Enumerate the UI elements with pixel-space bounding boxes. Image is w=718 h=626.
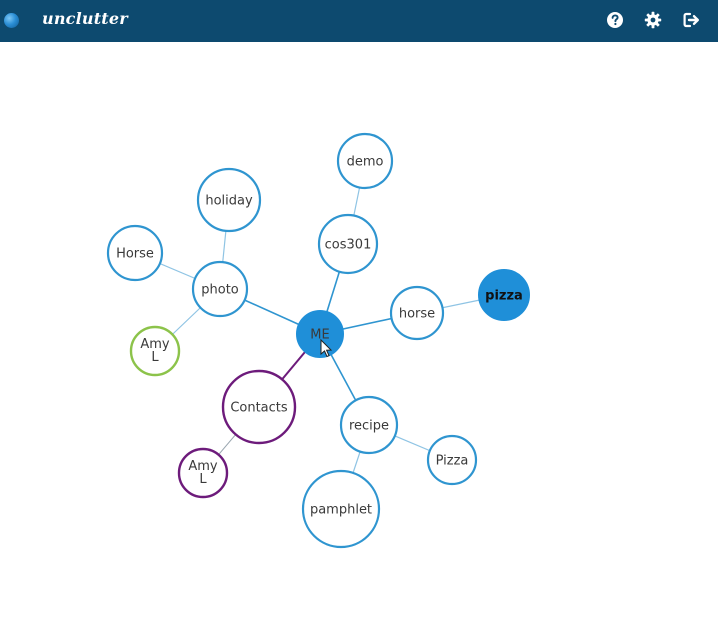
node-amy-green[interactable]: Amy L (129, 325, 181, 377)
node-cos301[interactable]: cos301 (317, 213, 379, 275)
node-label: photo (201, 283, 239, 298)
node-horse-left[interactable]: Horse (106, 224, 164, 282)
node-label-line: L (199, 472, 207, 487)
node-label: Pizza (436, 454, 469, 469)
node-label: horse (399, 307, 435, 322)
node-pamphlet[interactable]: pamphlet (301, 469, 381, 549)
node-label: cos301 (325, 238, 372, 253)
node-me[interactable]: ME (296, 310, 344, 358)
settings-gear-icon[interactable] (644, 11, 662, 29)
node-label: ME (310, 328, 329, 343)
globe-logo-icon (4, 13, 19, 28)
node-amy-purple[interactable]: Amy L (177, 447, 229, 499)
node-graph[interactable]: ME cos301 demo photo holiday Horse Amy L horse pi… (0, 42, 718, 626)
logout-icon[interactable] (682, 11, 700, 29)
node-label: pizza (485, 289, 523, 304)
node-label: pamphlet (310, 503, 372, 518)
node-pizza[interactable]: pizza (478, 269, 530, 321)
node-label: Contacts (230, 401, 288, 416)
help-icon[interactable] (606, 11, 624, 29)
top-navbar: unclutter (0, 0, 718, 42)
node-label: holiday (205, 194, 253, 209)
node-label-line: L (151, 350, 159, 365)
node-contacts[interactable]: Contacts (221, 369, 297, 445)
app-title: unclutter (42, 9, 128, 28)
node-recipe[interactable]: recipe (339, 395, 399, 455)
node-label: recipe (349, 419, 389, 434)
node-demo[interactable]: demo (336, 132, 394, 190)
node-label: Horse (116, 247, 154, 262)
node-horse[interactable]: horse (389, 285, 445, 341)
node-pizza-small[interactable]: Pizza (426, 434, 478, 486)
mind-map-canvas[interactable]: ME cos301 demo photo holiday Horse Amy L horse pi… (0, 42, 718, 626)
node-label: demo (347, 155, 384, 170)
node-photo[interactable]: photo (191, 260, 249, 318)
node-holiday[interactable]: holiday (196, 167, 262, 233)
